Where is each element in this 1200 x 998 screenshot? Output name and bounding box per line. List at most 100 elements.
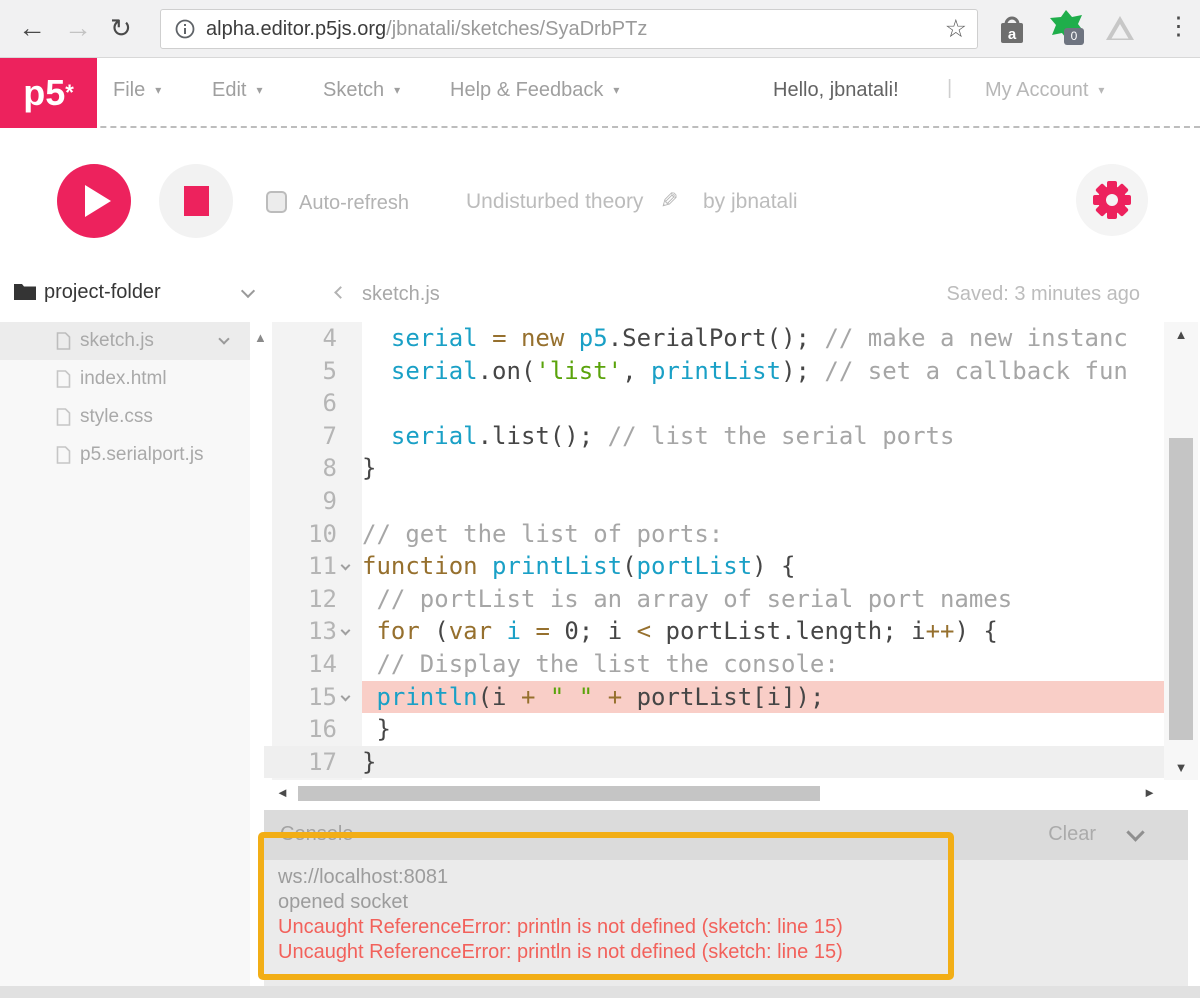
line-number: 13 <box>308 617 337 646</box>
page-info-icon[interactable] <box>174 18 196 40</box>
code-line-13[interactable]: 13 for (var i = 0; i < portList.length; … <box>264 615 1164 648</box>
line-number: 11 <box>308 552 337 581</box>
file-icon <box>56 332 71 355</box>
auto-refresh-checkbox[interactable] <box>266 191 287 213</box>
logo-star: * <box>65 80 74 105</box>
console-clear-button[interactable]: Clear <box>1048 823 1096 846</box>
file-name: style.css <box>80 406 153 427</box>
drive-extension-icon[interactable] <box>1104 14 1136 47</box>
fold-chevron-icon[interactable] <box>340 625 351 636</box>
fold-chevron-icon[interactable] <box>340 691 351 701</box>
chevron-down-icon[interactable] <box>218 333 230 345</box>
edit-title-pencil-icon[interactable]: ✎ <box>660 188 678 214</box>
file-row-index-html[interactable]: index.html <box>0 360 250 398</box>
code-text: println(i + " " + portList[i]); <box>362 680 1164 714</box>
code-line-5[interactable]: 5 serial.on('list', printList); // set a… <box>264 355 1164 388</box>
code-line-9[interactable]: 9 <box>264 485 1164 518</box>
stop-button[interactable] <box>159 164 233 238</box>
play-button[interactable] <box>57 164 131 238</box>
horizontal-scroll-thumb[interactable] <box>298 786 820 801</box>
console-collapse-icon[interactable] <box>1126 823 1145 842</box>
forward-icon[interactable]: → <box>64 10 92 46</box>
fold-chevron-icon[interactable] <box>340 560 351 571</box>
url-host: alpha.editor.p5js.org <box>206 17 387 40</box>
url-text: alpha.editor.p5js.org/jbnatali/sketches/… <box>206 18 647 41</box>
code-lines: 4 serial = new p5.SerialPort(); // make … <box>264 322 1164 779</box>
code-text: serial = new p5.SerialPort(); // make a … <box>390 324 1128 352</box>
code-line-6[interactable]: 6 <box>264 387 1164 420</box>
line-number: 6 <box>322 389 337 418</box>
line-number: 15 <box>308 682 337 711</box>
code-line-17[interactable]: 17} <box>264 745 1164 779</box>
code-line-16[interactable]: 16 } <box>264 713 1164 746</box>
caret-down-icon: ▾ <box>155 83 162 97</box>
chevron-down-icon[interactable] <box>240 283 256 299</box>
bookmark-star-icon[interactable]: ☆ <box>945 14 967 44</box>
line-number: 17 <box>308 747 337 776</box>
file-name: sketch.js <box>80 330 154 351</box>
code-text: function printList(portList) { <box>362 552 796 581</box>
my-account-menu[interactable]: My Account ▾ <box>985 79 1104 102</box>
file-name: p5.serialport.js <box>80 444 204 465</box>
file-row-p5-serialport-js[interactable]: p5.serialport.js <box>0 436 250 474</box>
annotation-highlight-rectangle <box>258 832 954 980</box>
logo-text: p5 <box>23 72 66 113</box>
stop-icon <box>183 186 209 216</box>
code-line-10[interactable]: 10 // get the list of ports: <box>264 518 1164 551</box>
editor-horizontal-scrollbar[interactable]: ◄ ► <box>272 783 1160 805</box>
menu-help-feedback[interactable]: Help & Feedback ▾ <box>450 79 619 102</box>
file-icon <box>56 408 71 431</box>
code-line-12[interactable]: 12 // portList is an array of serial por… <box>264 583 1164 616</box>
line-number: 12 <box>308 584 337 613</box>
scroll-left-icon[interactable]: ◄ <box>276 785 289 800</box>
scroll-up-icon[interactable]: ▲ <box>1164 327 1198 342</box>
code-text: } <box>362 454 377 483</box>
code-text: // Display the list the console: <box>376 649 839 678</box>
code-line-14[interactable]: 14 // Display the list the console: <box>264 648 1164 681</box>
file-row-style-css[interactable]: style.css <box>0 398 250 436</box>
code-line-8[interactable]: 8} <box>264 452 1164 485</box>
code-editor[interactable]: 4 serial = new p5.SerialPort(); // make … <box>264 322 1164 780</box>
vertical-scroll-thumb[interactable] <box>1169 438 1193 740</box>
line-number: 4 <box>322 324 337 352</box>
code-line-4[interactable]: 4 serial = new p5.SerialPort(); // make … <box>264 322 1164 355</box>
code-line-7[interactable]: 7 serial.list(); // list the serial port… <box>264 420 1164 453</box>
scroll-down-icon[interactable]: ▼ <box>1164 760 1198 775</box>
play-icon <box>85 185 111 217</box>
code-text: // portList is an array of serial port n… <box>376 584 1013 613</box>
menu-file[interactable]: File ▾ <box>113 79 161 102</box>
sketch-byline: by jbnatali <box>703 190 798 213</box>
menu-edit[interactable]: Edit ▾ <box>212 79 263 102</box>
url-path: /jbnatali/sketches/SyaDrbPTz <box>386 17 648 40</box>
editor-vertical-scrollbar[interactable]: ▲ ▼ <box>1164 322 1198 780</box>
code-line-15[interactable]: 15 println(i + " " + portList[i]); <box>264 680 1164 714</box>
open-file-tab[interactable]: sketch.js <box>362 283 440 306</box>
code-text: // get the list of ports: <box>362 519 724 548</box>
address-bar[interactable]: alpha.editor.p5js.org/jbnatali/sketches/… <box>160 9 978 49</box>
avast-extension-icon[interactable]: 0 <box>1046 8 1086 47</box>
project-folder-label: project-folder <box>44 281 161 303</box>
divider: | <box>947 77 953 99</box>
shopping-extension-icon[interactable]: a <box>994 12 1030 53</box>
svg-text:a: a <box>1008 26 1017 43</box>
file-icon <box>56 446 71 469</box>
code-text: } <box>362 747 377 776</box>
caret-down-icon: ▾ <box>256 83 263 97</box>
reload-icon[interactable]: ↻ <box>110 10 132 46</box>
back-icon[interactable]: ← <box>18 10 46 46</box>
browser-toolbar: ← → ↻ alpha.editor.p5js.org/jbnatali/ske… <box>0 0 1200 58</box>
menu-sketch[interactable]: Sketch ▾ <box>323 79 400 102</box>
sketch-title: Undisturbed theory <box>466 190 644 213</box>
settings-button[interactable] <box>1076 164 1148 236</box>
project-folder-row[interactable]: project-folder <box>0 272 256 322</box>
line-number: 5 <box>322 356 337 385</box>
line-number: 14 <box>308 649 337 678</box>
caret-down-icon: ▾ <box>613 83 620 97</box>
folder-icon <box>14 282 36 305</box>
p5-logo[interactable]: p5 * <box>0 58 97 128</box>
scroll-right-icon[interactable]: ► <box>1143 785 1156 800</box>
line-number: 9 <box>322 486 337 515</box>
browser-menu-icon[interactable]: ⋮ <box>1166 11 1191 41</box>
code-line-11[interactable]: 11 function printList(portList) { <box>264 550 1164 583</box>
file-row-sketch-js[interactable]: sketch.js <box>0 322 250 360</box>
